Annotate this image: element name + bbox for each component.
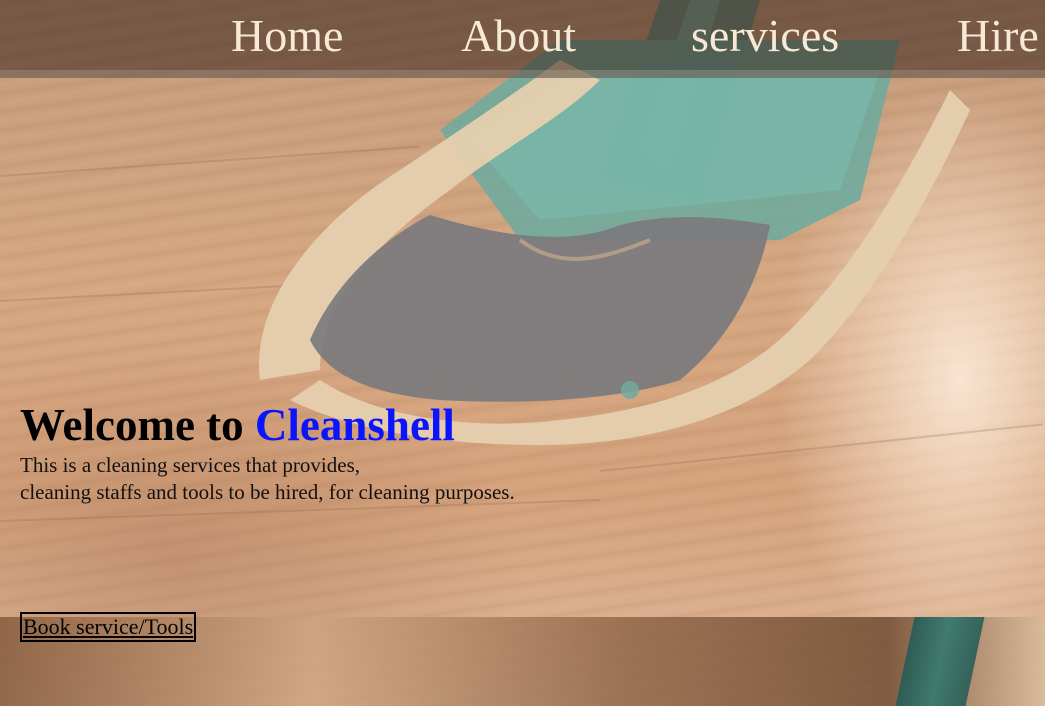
- nav-link-hire[interactable]: Hire: [957, 10, 1039, 62]
- hero-description-line-2: cleaning staffs and tools to be hired, f…: [20, 480, 515, 504]
- hero-title-prefix: Welcome to: [20, 400, 244, 450]
- hero-title: Welcome to Cleanshell: [20, 398, 455, 452]
- nav-link-home[interactable]: Home: [231, 10, 343, 62]
- hero-description-line-1: This is a cleaning services that provide…: [20, 453, 360, 477]
- page: Home About services Hire Welcome to Clea…: [0, 0, 1045, 706]
- brand-name: Cleanshell: [254, 400, 455, 450]
- nav-link-services[interactable]: services: [691, 10, 839, 62]
- top-navigation-bar: Home About services Hire: [0, 0, 1045, 78]
- hero-description: This is a cleaning services that provide…: [20, 452, 515, 506]
- hero-overlay: [0, 0, 1045, 617]
- book-service-button[interactable]: Book service/Tools: [20, 612, 197, 642]
- nav-link-about[interactable]: About: [461, 10, 576, 62]
